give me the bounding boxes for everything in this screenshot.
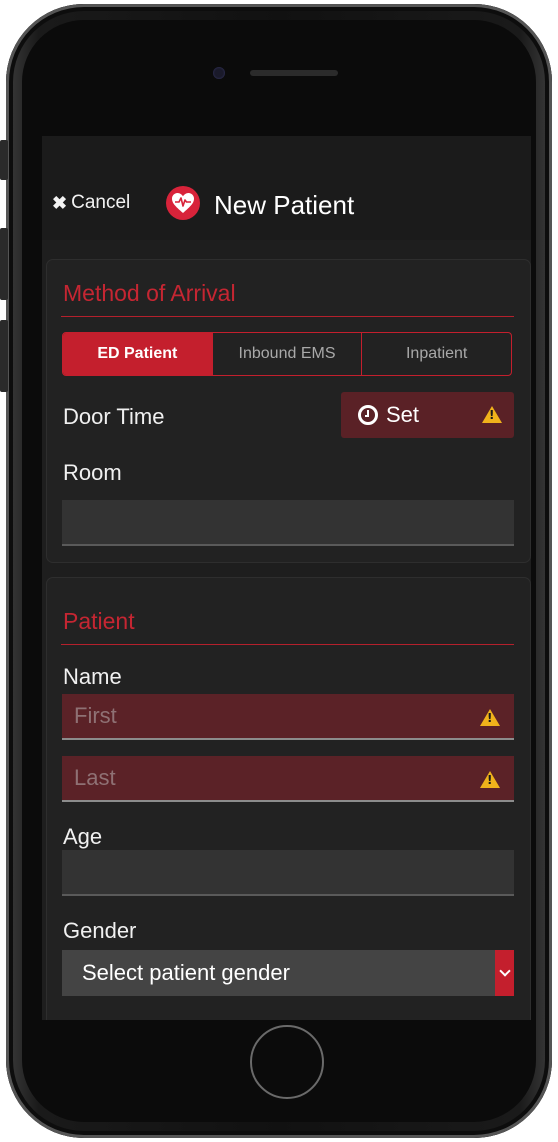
- patient-section-title: Patient: [63, 608, 135, 634]
- last-name-input[interactable]: Last: [62, 756, 514, 802]
- first-name-placeholder: First: [74, 703, 117, 728]
- set-label: Set: [386, 402, 420, 427]
- patient-divider: [61, 644, 514, 645]
- nav-bar: ✖ Cancel New Patient: [42, 136, 531, 240]
- patient-card: Patient Name First Last Age Gender Selec…: [47, 578, 530, 1020]
- first-name-input[interactable]: First: [62, 694, 514, 740]
- arrival-card: Method of Arrival ED Patient Inbound EMS…: [47, 260, 530, 562]
- arrival-method-selector[interactable]: ED Patient Inbound EMS Inpatient: [62, 332, 512, 376]
- name-label: Name: [63, 664, 122, 689]
- set-door-time-button[interactable]: Set: [341, 392, 514, 438]
- front-camera: [213, 67, 225, 79]
- warning-icon: [480, 709, 500, 726]
- warning-icon: [480, 771, 500, 788]
- age-label: Age: [63, 824, 103, 849]
- arrival-section-title: Method of Arrival: [63, 280, 236, 306]
- heart-pulse-icon: [166, 186, 200, 220]
- segment-ed-patient[interactable]: ED Patient: [63, 333, 212, 375]
- silent-switch: [0, 140, 8, 180]
- earpiece-speaker: [250, 70, 338, 76]
- clock-icon: [358, 405, 378, 425]
- app-screen: ✖ Cancel New Patient Method of Arrival E…: [42, 136, 531, 1020]
- volume-down-button: [0, 320, 8, 392]
- gender-select[interactable]: Select patient gender: [62, 950, 514, 996]
- age-input[interactable]: [62, 850, 514, 896]
- chevron-down-icon: [498, 965, 511, 977]
- door-time-label: Door Time: [63, 404, 165, 429]
- gender-dropdown-toggle[interactable]: [495, 950, 514, 996]
- segment-inpatient[interactable]: Inpatient: [361, 333, 511, 375]
- cancel-label: Cancel: [71, 192, 131, 213]
- last-name-placeholder: Last: [74, 765, 116, 790]
- gender-selected-value: Select patient gender: [82, 960, 290, 985]
- segment-inbound-ems[interactable]: Inbound EMS: [211, 333, 362, 375]
- volume-up-button: [0, 228, 8, 300]
- cancel-button[interactable]: ✖ Cancel: [52, 192, 130, 214]
- warning-icon: [482, 406, 502, 423]
- arrival-divider: [61, 316, 514, 317]
- gender-label: Gender: [63, 918, 137, 943]
- room-input[interactable]: [62, 500, 514, 546]
- close-icon: ✖: [52, 192, 68, 213]
- home-button[interactable]: [250, 1025, 324, 1099]
- room-label: Room: [63, 460, 122, 485]
- page-title: New Patient: [214, 190, 355, 220]
